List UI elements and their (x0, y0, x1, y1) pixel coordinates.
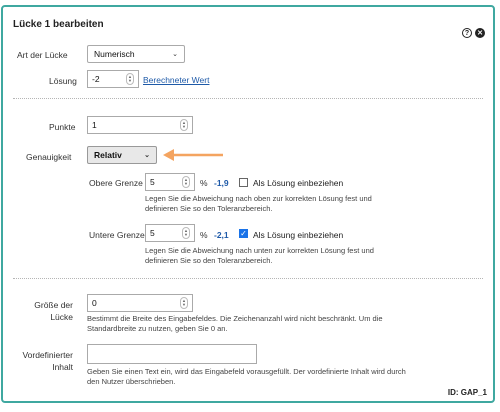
precision-select[interactable]: Relativ ⌄ (87, 146, 157, 164)
chevron-down-icon: ⌄ (144, 152, 150, 159)
gap-size-help-line1: Bestimmt die Breite des Eingabefeldes. D… (87, 314, 383, 323)
divider (13, 98, 483, 99)
lower-deviation: -2,1 (214, 230, 229, 240)
lower-unit: % (200, 230, 208, 240)
points-input[interactable]: 1 ▲ ▼ (87, 116, 193, 134)
lower-limit-input[interactable]: 5 ▲ ▼ (145, 224, 195, 242)
panel-title: Lücke 1 bearbeiten (13, 19, 104, 30)
lower-include-checkbox[interactable]: ✓ (239, 229, 248, 238)
gap-type-value: Numerisch (94, 49, 135, 59)
header-icons: ? ✕ (462, 28, 485, 38)
upper-deviation: -1,9 (214, 178, 229, 188)
divider (13, 278, 483, 279)
pointer-arrow-icon (163, 149, 223, 161)
upper-limit-label: Obere Grenze (89, 178, 143, 188)
spinner-icon[interactable]: ▲ ▼ (180, 297, 188, 309)
gap-size-value: 0 (92, 298, 97, 308)
lower-include-label: Als Lösung einbeziehen (253, 230, 344, 240)
solution-input[interactable]: -2 ▲ ▼ (87, 70, 139, 88)
upper-help-line1: Legen Sie die Abweichung nach oben zur k… (145, 194, 372, 203)
predefined-label-line2: Inhalt (52, 362, 73, 372)
chevron-down-icon: ⌄ (172, 51, 178, 58)
predefined-content-input[interactable] (87, 344, 257, 364)
gap-size-label-line2: Lücke (50, 312, 73, 322)
upper-limit-value: 5 (150, 177, 155, 187)
lower-limit-value: 5 (150, 228, 155, 238)
upper-help-line2: definieren Sie so den Toleranzbereich. (145, 204, 273, 213)
solution-value: -2 (92, 74, 100, 84)
lower-limit-label: Untere Grenze (89, 230, 145, 240)
upper-unit: % (200, 178, 208, 188)
upper-limit-input[interactable]: 5 ▲ ▼ (145, 173, 195, 191)
points-value: 1 (92, 120, 97, 130)
lower-help-line2: definieren Sie so den Toleranzbereich. (145, 256, 273, 265)
solution-label: Lösung (49, 76, 77, 86)
spinner-icon[interactable]: ▲ ▼ (180, 119, 188, 131)
points-label: Punkte (49, 122, 76, 132)
gap-type-label: Art der Lücke (17, 50, 68, 60)
upper-include-label: Als Lösung einbeziehen (253, 178, 344, 188)
edit-gap-panel: Lücke 1 bearbeiten ? ✕ Art der Lücke Num… (1, 5, 495, 403)
help-icon[interactable]: ? (462, 28, 472, 38)
predefined-help-line1: Geben Sie einen Text ein, wird das Einga… (87, 367, 406, 376)
spinner-icon[interactable]: ▲ ▼ (182, 176, 190, 188)
gap-size-label-line1: Größe der (34, 300, 73, 310)
gap-id: ID: GAP_1 (447, 388, 487, 397)
spinner-icon[interactable]: ▲ ▼ (182, 227, 190, 239)
spinner-icon[interactable]: ▲ ▼ (126, 73, 134, 85)
predefined-label-line1: Vordefinierter (22, 350, 73, 360)
calculated-value-link[interactable]: Berechneter Wert (143, 75, 209, 85)
precision-label: Genauigkeit (26, 152, 72, 162)
upper-include-checkbox[interactable] (239, 178, 248, 187)
gap-size-input[interactable]: 0 ▲ ▼ (87, 294, 193, 312)
predefined-help-line2: den Nutzer überschrieben. (87, 377, 176, 386)
precision-value: Relativ (94, 150, 122, 160)
lower-help-line1: Legen Sie die Abweichung nach unten zur … (145, 246, 374, 255)
gap-size-help-line2: Standardbreite zu nutzen, geben Sie 0 an… (87, 324, 228, 333)
close-icon[interactable]: ✕ (475, 28, 485, 38)
gap-type-select[interactable]: Numerisch ⌄ (87, 45, 185, 63)
